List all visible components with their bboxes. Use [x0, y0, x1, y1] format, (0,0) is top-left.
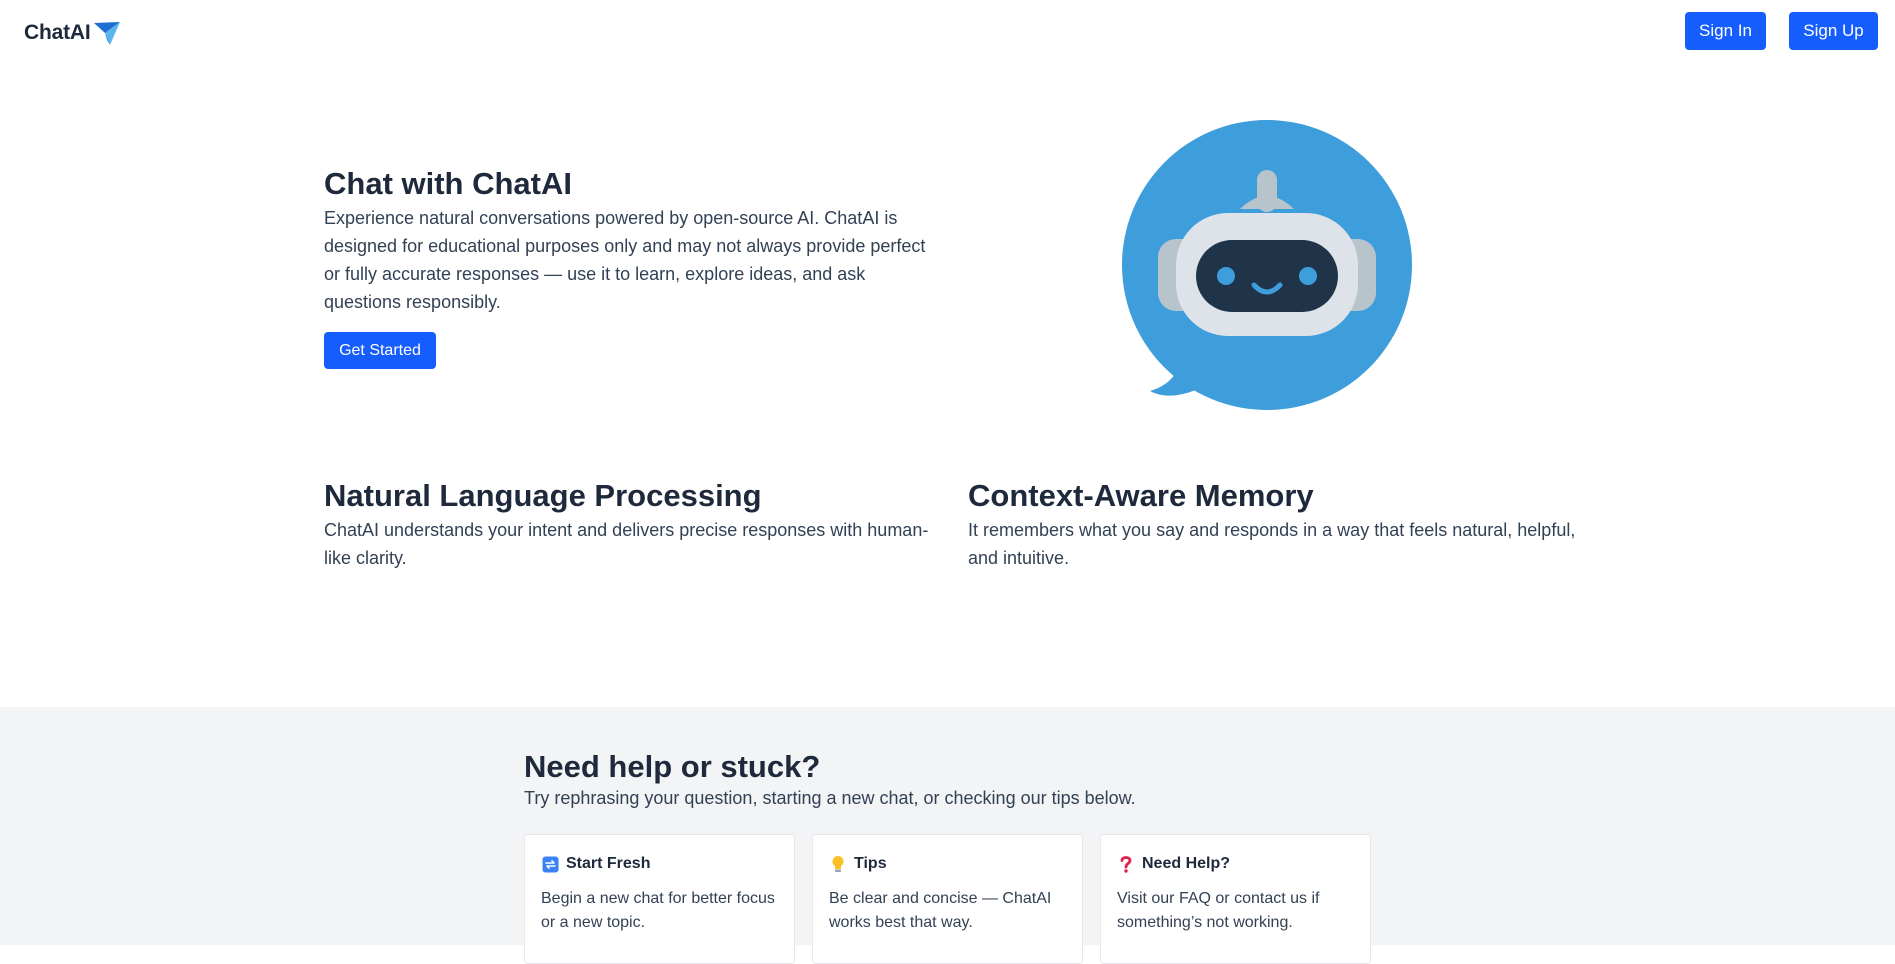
card-description: Visit our FAQ or contact us if something… — [1117, 890, 1320, 931]
hero-description: Experience natural conversations powered… — [324, 208, 926, 312]
feature-title-memory: Context-Aware Memory — [968, 478, 1314, 513]
brand-logo-link[interactable]: ChatAI — [24, 18, 122, 48]
lightbulb-icon — [829, 855, 847, 873]
card-description: Be clear and concise — ChatAI works best… — [829, 890, 1052, 931]
get-started-button[interactable]: Get Started — [324, 332, 436, 369]
card-description: Begin a new chat for better focus or a n… — [541, 890, 775, 931]
paper-plane-logo-icon — [94, 22, 121, 45]
help-title: Need help or stuck? — [524, 749, 821, 784]
brand-name: ChatAI — [24, 21, 91, 44]
question-mark-icon — [1117, 855, 1135, 873]
top-navbar: ChatAI Sign In Sign Up — [0, 0, 1895, 62]
card-title: Need Help? — [1142, 855, 1231, 872]
card-title: Tips — [854, 855, 887, 872]
sign-in-button[interactable]: Sign In — [1685, 12, 1766, 50]
feature-title-nlp: Natural Language Processing — [324, 478, 762, 513]
refresh-icon — [541, 855, 559, 873]
sign-up-button[interactable]: Sign Up — [1789, 12, 1878, 50]
hero-title: Chat with ChatAI — [324, 166, 572, 201]
card-title: Start Fresh — [566, 855, 651, 872]
help-subtitle: Try rephrasing your question, starting a… — [524, 788, 1136, 808]
feature-description-nlp: ChatAI understands your intent and deliv… — [324, 520, 929, 568]
feature-description-memory: It remembers what you say and responds i… — [968, 520, 1576, 568]
robot-chat-bubble-icon — [1122, 120, 1412, 410]
help-section: Need help or stuck? Try rephrasing your … — [0, 707, 1895, 964]
